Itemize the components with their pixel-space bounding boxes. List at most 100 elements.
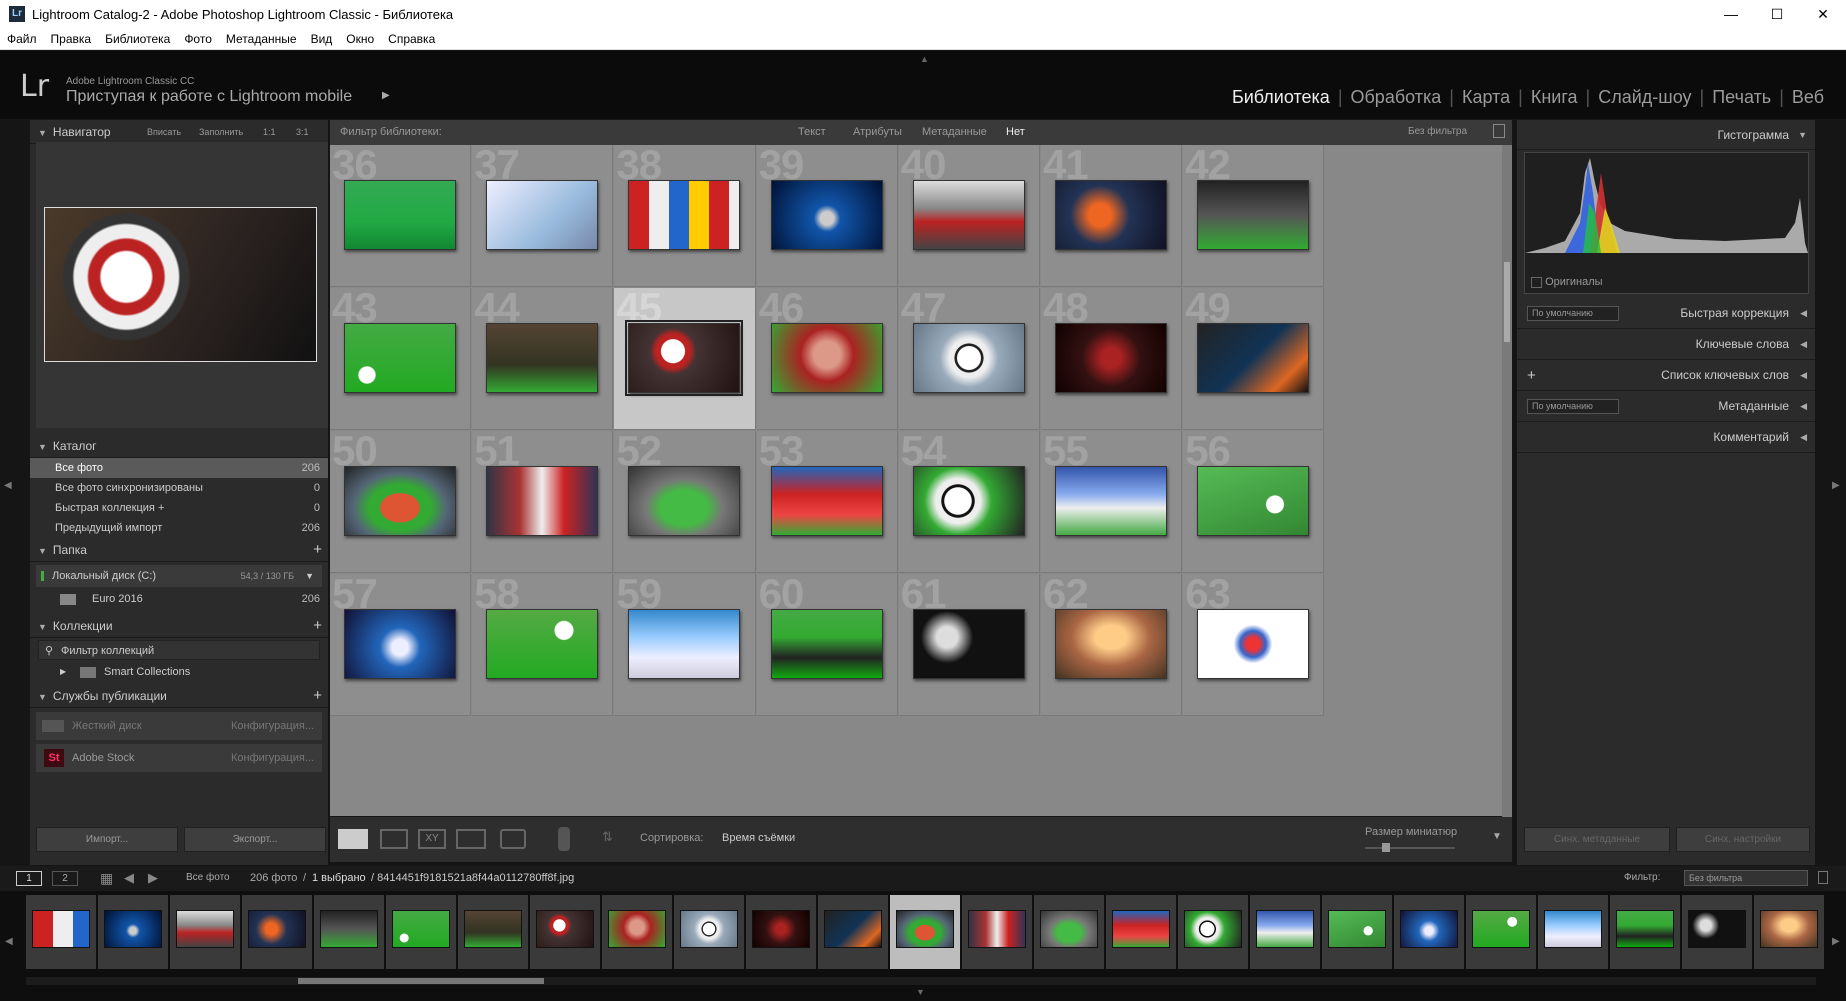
- grid-cell[interactable]: 62: [1041, 574, 1183, 716]
- grid-cell[interactable]: 50: [330, 431, 472, 573]
- add-folder-icon[interactable]: +: [313, 538, 322, 562]
- grid-cell[interactable]: 46: [756, 288, 898, 430]
- grid-cell[interactable]: 48: [1041, 288, 1183, 430]
- grid-cell[interactable]: 56: [1183, 431, 1325, 573]
- module-map[interactable]: Карта: [1454, 87, 1518, 107]
- histogram-header[interactable]: Гистограмма ▼: [1517, 120, 1815, 150]
- module-develop[interactable]: Обработка: [1343, 87, 1450, 107]
- photo-thumbnail[interactable]: [1055, 180, 1167, 250]
- menu-metadata[interactable]: Метаданные: [219, 29, 304, 50]
- photo-thumbnail[interactable]: [1197, 609, 1310, 679]
- filter-preset[interactable]: Без фильтра: [1408, 126, 1467, 137]
- folder-row[interactable]: Euro 2016 206: [30, 587, 328, 611]
- filmstrip-left-arrow-icon[interactable]: ◀: [5, 936, 13, 947]
- grid-cell[interactable]: 53: [756, 431, 898, 573]
- filmstrip-thumbnail[interactable]: [1256, 910, 1314, 948]
- filmstrip-cell[interactable]: [242, 895, 312, 969]
- filmstrip-cell[interactable]: [1178, 895, 1248, 969]
- filmstrip-thumbnail[interactable]: [464, 910, 522, 948]
- filmstrip-thumbnail[interactable]: [1184, 910, 1242, 948]
- add-publish-icon[interactable]: +: [313, 684, 322, 708]
- sort-direction-icon[interactable]: ⇅: [602, 829, 613, 845]
- grid-cell[interactable]: 58: [472, 574, 614, 716]
- filmstrip-thumbnail[interactable]: [896, 910, 954, 948]
- catalog-row-quick[interactable]: Быстрая коллекция + 0: [30, 498, 328, 518]
- grid-cell[interactable]: 55: [1041, 431, 1183, 573]
- filmstrip-cell[interactable]: [1610, 895, 1680, 969]
- filmstrip-scroll-thumb[interactable]: [298, 978, 544, 984]
- grid-cell[interactable]: 40: [898, 145, 1040, 287]
- spray-can-icon[interactable]: [558, 827, 570, 851]
- filmstrip-thumbnail[interactable]: [248, 910, 306, 948]
- zoom-fill[interactable]: Заполнить: [199, 120, 243, 144]
- loupe-view-icon[interactable]: [380, 829, 408, 849]
- window-1-button[interactable]: 1: [16, 871, 42, 886]
- filmstrip-thumbnail[interactable]: [1040, 910, 1098, 948]
- disk-expand-icon[interactable]: ▼: [305, 565, 314, 587]
- grid-cell[interactable]: 49: [1183, 288, 1325, 430]
- thumbnail-size-handle[interactable]: [1382, 843, 1390, 852]
- filmstrip-cell[interactable]: [1034, 895, 1104, 969]
- module-library[interactable]: Библиотека: [1224, 87, 1338, 107]
- minimize-button[interactable]: —: [1708, 0, 1754, 29]
- grid-cell[interactable]: 37: [472, 145, 614, 287]
- photo-thumbnail[interactable]: [344, 466, 456, 536]
- checkbox-icon[interactable]: [1531, 276, 1542, 288]
- photo-thumbnail[interactable]: [912, 609, 1025, 679]
- window-2-button[interactable]: 2: [52, 871, 78, 886]
- photo-thumbnail[interactable]: [1197, 323, 1310, 393]
- module-slideshow[interactable]: Слайд-шоу: [1590, 87, 1699, 107]
- grid-cell[interactable]: 63: [1183, 574, 1325, 716]
- module-print[interactable]: Печать: [1704, 87, 1779, 107]
- photo-thumbnail[interactable]: [486, 466, 599, 536]
- back-arrow-icon[interactable]: ◀: [124, 870, 134, 886]
- photo-thumbnail[interactable]: [912, 466, 1025, 536]
- folders-header[interactable]: ▼ Папка +: [30, 538, 328, 562]
- quick-develop-preset-select[interactable]: По умолчанию: [1527, 306, 1619, 321]
- sort-select[interactable]: Время съёмки: [722, 832, 795, 844]
- filmstrip-cell[interactable]: [1322, 895, 1392, 969]
- menu-library[interactable]: Библиотека: [98, 29, 177, 50]
- filmstrip-thumbnail[interactable]: [1616, 910, 1674, 948]
- menu-window[interactable]: Окно: [339, 29, 381, 50]
- grid-cell[interactable]: 42: [1183, 145, 1325, 287]
- filmstrip-thumbnail[interactable]: [536, 910, 594, 948]
- photo-thumbnail[interactable]: [770, 609, 883, 679]
- lock-icon[interactable]: [1493, 124, 1505, 138]
- publish-header[interactable]: ▼ Службы публикации +: [30, 684, 328, 708]
- zoom-3-1[interactable]: 3:1: [296, 120, 309, 144]
- filmstrip-thumbnail[interactable]: [1544, 910, 1602, 948]
- sync-metadata-button[interactable]: Синх. метаданные: [1524, 827, 1670, 852]
- smart-collections-row[interactable]: ▶ Smart Collections: [30, 660, 328, 684]
- photo-thumbnail[interactable]: [1055, 466, 1167, 536]
- identity-mobile-link[interactable]: Приступая к работе с Lightroom mobile: [66, 88, 352, 106]
- close-button[interactable]: ✕: [1800, 0, 1846, 29]
- filmstrip-cell[interactable]: [458, 895, 528, 969]
- grid-cell[interactable]: 47: [898, 288, 1040, 430]
- photo-thumbnail[interactable]: [344, 609, 456, 679]
- survey-view-icon[interactable]: [456, 829, 486, 849]
- grid-cell[interactable]: 41: [1041, 145, 1183, 287]
- filmstrip-thumbnail[interactable]: [392, 910, 450, 948]
- navigator-image[interactable]: [44, 207, 317, 362]
- filmstrip-cell[interactable]: [818, 895, 888, 969]
- filmstrip-right-arrow-icon[interactable]: ▶: [1832, 936, 1840, 947]
- compare-view-icon[interactable]: XY: [418, 829, 446, 849]
- filmstrip-cell[interactable]: [530, 895, 600, 969]
- filmstrip-thumbnail[interactable]: [1472, 910, 1530, 948]
- navigator-header[interactable]: ▼ Навигатор Вписать Заполнить 1:1 3:1: [30, 120, 328, 144]
- publish-configure-link[interactable]: Конфигурация...: [231, 712, 314, 740]
- grid-cell[interactable]: 57: [330, 574, 472, 716]
- zoom-fit[interactable]: Вписать: [147, 120, 181, 144]
- filter-lock-icon[interactable]: [1818, 871, 1828, 884]
- filmstrip-cell[interactable]: [98, 895, 168, 969]
- quick-develop-header[interactable]: По умолчанию Быстрая коррекция ◀: [1517, 298, 1815, 329]
- publish-adobe-stock[interactable]: St Adobe Stock Конфигурация...: [36, 744, 322, 772]
- add-collection-icon[interactable]: +: [313, 614, 322, 638]
- photo-thumbnail[interactable]: [486, 609, 599, 679]
- metadata-header[interactable]: По умолчанию Метаданные ◀: [1517, 391, 1815, 422]
- publish-harddisk[interactable]: Жесткий диск Конфигурация...: [36, 712, 322, 740]
- grid-cell[interactable]: 39: [756, 145, 898, 287]
- filmstrip-cell[interactable]: [962, 895, 1032, 969]
- module-book[interactable]: Книга: [1523, 87, 1586, 107]
